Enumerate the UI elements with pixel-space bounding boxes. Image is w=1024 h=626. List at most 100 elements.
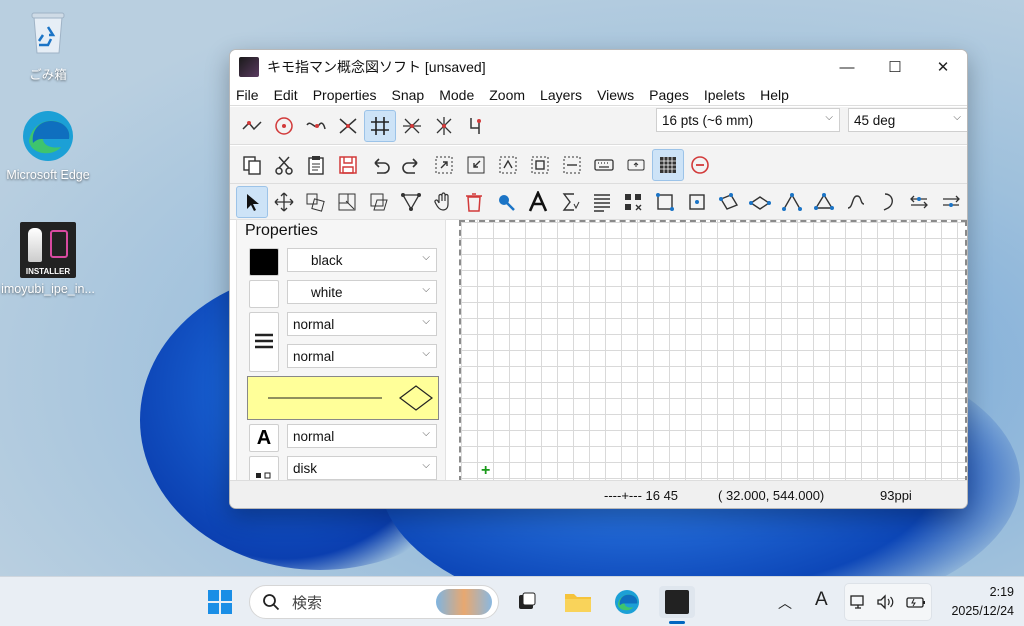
- mark-shape-select[interactable]: disk ⌵: [287, 456, 437, 480]
- desktop-icon-edge[interactable]: Microsoft Edge: [0, 108, 96, 182]
- menu-help[interactable]: Help: [760, 87, 789, 103]
- paste-icon[interactable]: [300, 149, 332, 181]
- snap-custom-icon[interactable]: [460, 110, 492, 142]
- pen-width-select[interactable]: normal ⌵: [287, 312, 437, 336]
- zoom-out-icon[interactable]: [428, 149, 460, 181]
- clock-time: 2:19: [989, 585, 1014, 599]
- snap-angular-icon[interactable]: [396, 110, 428, 142]
- chevron-down-icon: ⌵: [422, 428, 430, 439]
- magnifier-icon[interactable]: [490, 186, 522, 218]
- windows-logo-icon: [208, 590, 232, 614]
- recycle-bin-icon: [20, 4, 76, 60]
- paragraph-mode-icon[interactable]: [586, 186, 618, 218]
- save-icon[interactable]: [332, 149, 364, 181]
- stroke-color-swatch[interactable]: [249, 248, 279, 276]
- snap-center-icon[interactable]: [268, 110, 300, 142]
- stroke-color-select[interactable]: black ⌵: [287, 248, 437, 272]
- latex-icon[interactable]: [620, 149, 652, 181]
- cut-icon[interactable]: [268, 149, 300, 181]
- pan-hand-icon[interactable]: [427, 186, 459, 218]
- menu-mode[interactable]: Mode: [439, 87, 474, 103]
- dash-style-select[interactable]: normal ⌵: [287, 344, 437, 368]
- start-button[interactable]: [202, 586, 238, 618]
- stroke-color-value: black: [311, 252, 343, 268]
- taskbar: 検索 ︿ A 2:19 2025/12/24: [0, 576, 1024, 626]
- line-mode-icon[interactable]: [745, 186, 777, 218]
- menu-edit[interactable]: Edit: [274, 87, 298, 103]
- fill-color-select[interactable]: white ⌵: [287, 280, 437, 304]
- ipe-taskbar-button[interactable]: [659, 586, 695, 624]
- menu-snap[interactable]: Snap: [392, 87, 425, 103]
- zoom-in-icon[interactable]: [460, 149, 492, 181]
- menu-pages[interactable]: Pages: [649, 87, 689, 103]
- menu-ipelets[interactable]: Ipelets: [704, 87, 745, 103]
- arc-reverse-mode-icon[interactable]: [935, 186, 967, 218]
- close-button[interactable]: ✕: [919, 50, 967, 84]
- shear-mode-icon[interactable]: [363, 186, 395, 218]
- fit-width-icon[interactable]: [556, 149, 588, 181]
- menu-views[interactable]: Views: [597, 87, 634, 103]
- menu-file[interactable]: File: [236, 87, 259, 103]
- snap-boundary-icon[interactable]: [300, 110, 332, 142]
- snap-intersection-icon[interactable]: [332, 110, 364, 142]
- drawing-canvas[interactable]: +: [459, 220, 967, 482]
- system-tray[interactable]: [844, 583, 932, 621]
- volume-icon: [877, 594, 894, 610]
- app-window: キモ指マン概念図ソフト [unsaved] — ☐ ✕ File Edit Pr…: [229, 49, 968, 509]
- rotate-mode-icon[interactable]: [300, 186, 332, 218]
- battery-icon: [905, 597, 925, 608]
- snap-angle-select[interactable]: 45 deg ⌵: [848, 108, 967, 132]
- menu-bar: File Edit Properties Snap Mode Zoom Laye…: [230, 84, 967, 106]
- box-mode-icon[interactable]: [681, 186, 713, 218]
- chevron-down-icon: ⌵: [422, 284, 430, 295]
- taskbar-search[interactable]: 検索: [249, 585, 499, 619]
- polyline-mode-icon[interactable]: [776, 186, 808, 218]
- stretch-mode-icon[interactable]: [331, 186, 363, 218]
- trash-icon[interactable]: [458, 186, 490, 218]
- polygon-mode-icon[interactable]: [808, 186, 840, 218]
- minimize-button[interactable]: —: [823, 50, 871, 84]
- clock[interactable]: 2:19 2025/12/24: [951, 583, 1014, 621]
- graph-mode-icon[interactable]: [395, 186, 427, 218]
- redo-icon[interactable]: [396, 149, 428, 181]
- menu-layers[interactable]: Layers: [540, 87, 582, 103]
- fit-selection-icon[interactable]: [492, 149, 524, 181]
- search-placeholder: 検索: [292, 594, 323, 612]
- copy-icon[interactable]: [236, 149, 268, 181]
- delete-circle-icon[interactable]: [684, 149, 716, 181]
- file-explorer-button[interactable]: [560, 586, 596, 618]
- select-mode-icon[interactable]: [236, 185, 268, 218]
- snap-grid-icon[interactable]: [364, 109, 396, 142]
- fill-color-swatch[interactable]: [249, 280, 279, 308]
- mark-mode-icon[interactable]: [617, 186, 649, 218]
- text-mode-icon[interactable]: [522, 186, 554, 218]
- arrow-preview[interactable]: [247, 376, 439, 420]
- fill-color-value: white: [311, 284, 343, 300]
- grid-visible-icon[interactable]: [652, 148, 684, 181]
- task-view-button[interactable]: [508, 586, 544, 618]
- parallelogram-mode-icon[interactable]: [713, 186, 745, 218]
- desktop-icon-installer[interactable]: INSTALLER imoyubi_ipe_in...: [0, 222, 96, 296]
- desktop-icon-recycle-bin[interactable]: ごみ箱: [0, 4, 96, 83]
- edge-taskbar-button[interactable]: [609, 586, 645, 618]
- snap-vertex-icon[interactable]: [236, 110, 268, 142]
- chevron-up-icon[interactable]: ︿: [778, 593, 792, 613]
- menu-zoom[interactable]: Zoom: [489, 87, 525, 103]
- ime-indicator[interactable]: A: [815, 589, 828, 611]
- menu-properties[interactable]: Properties: [313, 87, 377, 103]
- fit-page-icon[interactable]: [524, 149, 556, 181]
- spline-mode-icon[interactable]: [840, 186, 872, 218]
- snap-auto-angular-icon[interactable]: [428, 110, 460, 142]
- undo-icon[interactable]: [364, 149, 396, 181]
- text-size-select[interactable]: normal ⌵: [287, 424, 437, 448]
- maximize-button[interactable]: ☐: [871, 50, 919, 84]
- mark-shape-value: disk: [293, 460, 318, 476]
- edit-toolbar: [230, 146, 967, 184]
- snap-size-select[interactable]: 16 pts (~6 mm) ⌵: [656, 108, 840, 132]
- keyboard-icon[interactable]: [588, 149, 620, 181]
- rectangle-mode-icon[interactable]: [649, 186, 681, 218]
- arc-3p-mode-icon[interactable]: [903, 186, 935, 218]
- math-mode-icon[interactable]: [554, 186, 586, 218]
- translate-mode-icon[interactable]: [268, 186, 300, 218]
- arc-mode-icon[interactable]: [872, 186, 904, 218]
